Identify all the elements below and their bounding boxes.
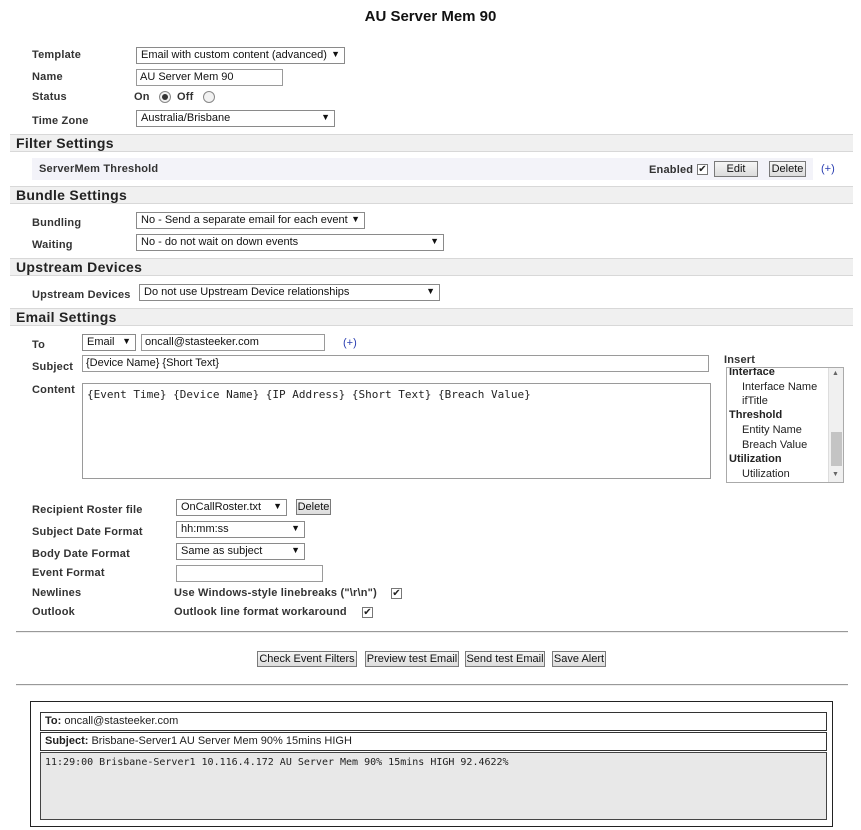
bundling-label: Bundling: [32, 217, 82, 229]
timezone-select[interactable]: Australia/Brisbane ▼: [136, 110, 335, 127]
outlook-label: Outlook: [32, 606, 75, 618]
insert-item-utilization[interactable]: Utilization: [742, 468, 790, 480]
to-type-value: Email: [87, 336, 115, 348]
send-test-email-button[interactable]: Send test Email: [465, 651, 545, 667]
preview-subject-label: Subject:: [45, 735, 89, 747]
subject-input[interactable]: {Device Name} {Short Text}: [82, 355, 709, 372]
status-on-label: On: [134, 91, 150, 103]
filter-enabled-checkbox[interactable]: ✔: [697, 164, 708, 175]
add-filter-button[interactable]: (+): [821, 163, 835, 175]
timezone-label: Time Zone: [32, 115, 89, 127]
preview-test-email-button[interactable]: Preview test Email: [365, 651, 459, 667]
status-off-radio[interactable]: [203, 91, 215, 103]
chevron-down-icon: ▼: [331, 49, 340, 59]
chevron-down-icon: ▼: [273, 501, 282, 511]
bundling-value: No - Send a separate email for each even…: [141, 214, 348, 226]
insert-group-interface[interactable]: Interface: [729, 368, 775, 378]
scroll-up-icon[interactable]: ▲: [832, 370, 839, 377]
outlook-text: Outlook line format workaround: [174, 606, 347, 618]
name-input[interactable]: AU Server Mem 90: [136, 69, 283, 86]
save-alert-button[interactable]: Save Alert: [552, 651, 606, 667]
subject-date-label: Subject Date Format: [32, 526, 143, 538]
name-label: Name: [32, 71, 63, 83]
preview-to-label: To:: [45, 715, 62, 727]
newlines-text: Use Windows-style linebreaks ("\r\n"): [174, 587, 377, 599]
waiting-value: No - do not wait on down events: [141, 236, 299, 248]
insert-item-interface-name[interactable]: Interface Name: [742, 381, 817, 393]
roster-value: OnCallRoster.txt: [181, 501, 262, 513]
subject-label: Subject: [32, 361, 74, 373]
to-label: To: [32, 339, 46, 351]
status-off-label: Off: [177, 91, 194, 103]
event-format-input[interactable]: [176, 565, 323, 582]
content-label: Content: [32, 384, 75, 396]
body-date-label: Body Date Format: [32, 548, 130, 560]
email-settings-heading: Email Settings: [10, 308, 853, 326]
timezone-value: Australia/Brisbane: [141, 112, 231, 124]
preview-to-line: To: oncall@stasteeker.com: [40, 712, 827, 731]
to-type-select[interactable]: Email ▼: [82, 334, 136, 351]
content-textarea[interactable]: {Event Time} {Device Name} {IP Address} …: [82, 383, 711, 479]
divider: [16, 631, 848, 633]
template-select[interactable]: Email with custom content (advanced) ▼: [136, 47, 345, 64]
chevron-down-icon: ▼: [426, 286, 435, 296]
insert-group-threshold[interactable]: Threshold: [729, 409, 782, 421]
insert-scrollbar[interactable]: ▲ ▼: [828, 368, 843, 482]
roster-select[interactable]: OnCallRoster.txt ▼: [176, 499, 287, 516]
upstream-devices-select[interactable]: Do not use Upstream Device relationships…: [139, 284, 440, 301]
filter-enabled-label: Enabled: [649, 164, 694, 176]
insert-group-utilization[interactable]: Utilization: [729, 453, 782, 465]
newlines-checkbox[interactable]: ✔: [391, 588, 402, 599]
chevron-down-icon: ▼: [351, 214, 360, 224]
subject-date-select[interactable]: hh:mm:ss ▼: [176, 521, 305, 538]
preview-body: 11:29:00 Brisbane-Server1 10.116.4.172 A…: [40, 752, 827, 820]
check-event-filters-button[interactable]: Check Event Filters: [257, 651, 357, 667]
page-title: AU Server Mem 90: [364, 8, 497, 25]
insert-label: Insert: [724, 354, 756, 366]
filter-settings-heading: Filter Settings: [10, 134, 853, 152]
upstream-devices-label: Upstream Devices: [32, 289, 131, 301]
chevron-down-icon: ▼: [291, 545, 300, 555]
preview-subject-line: Subject: Brisbane-Server1 AU Server Mem …: [40, 732, 827, 751]
subject-date-value: hh:mm:ss: [181, 523, 229, 535]
chevron-down-icon: ▼: [321, 112, 330, 122]
body-date-select[interactable]: Same as subject ▼: [176, 543, 305, 560]
divider: [16, 684, 848, 686]
waiting-select[interactable]: No - do not wait on down events ▼: [136, 234, 444, 251]
to-email-input[interactable]: oncall@stasteeker.com: [141, 334, 325, 351]
chevron-down-icon: ▼: [291, 523, 300, 533]
scrollbar-thumb[interactable]: [831, 432, 842, 466]
status-on-radio[interactable]: [159, 91, 171, 103]
filter-edit-button[interactable]: Edit: [714, 161, 758, 177]
upstream-devices-value: Do not use Upstream Device relationships: [144, 286, 350, 298]
newlines-label: Newlines: [32, 587, 82, 599]
scroll-down-icon[interactable]: ▼: [832, 471, 839, 478]
upstream-devices-heading: Upstream Devices: [10, 258, 853, 276]
chevron-down-icon: ▼: [430, 236, 439, 246]
filter-name: ServerMem Threshold: [39, 163, 159, 175]
status-label: Status: [32, 91, 67, 103]
insert-listbox[interactable]: Interface Interface Name ifTitle Thresho…: [726, 367, 844, 483]
insert-item-entity-name[interactable]: Entity Name: [742, 424, 802, 436]
event-format-label: Event Format: [32, 567, 105, 579]
insert-item-iftitle[interactable]: ifTitle: [742, 395, 768, 407]
filter-delete-button[interactable]: Delete: [769, 161, 806, 177]
body-date-value: Same as subject: [181, 545, 263, 557]
roster-label: Recipient Roster file: [32, 504, 143, 516]
template-value: Email with custom content (advanced): [141, 49, 327, 61]
bundling-select[interactable]: No - Send a separate email for each even…: [136, 212, 365, 229]
template-label: Template: [32, 49, 82, 61]
outlook-checkbox[interactable]: ✔: [362, 607, 373, 618]
insert-item-breach-value[interactable]: Breach Value: [742, 439, 807, 451]
bundle-settings-heading: Bundle Settings: [10, 186, 853, 204]
waiting-label: Waiting: [32, 239, 73, 251]
add-recipient-button[interactable]: (+): [343, 337, 357, 349]
preview-to-value: oncall@stasteeker.com: [64, 715, 179, 727]
roster-delete-button[interactable]: Delete: [296, 499, 331, 515]
preview-subject-value: Brisbane-Server1 AU Server Mem 90% 15min…: [91, 735, 352, 747]
chevron-down-icon: ▼: [122, 336, 131, 346]
